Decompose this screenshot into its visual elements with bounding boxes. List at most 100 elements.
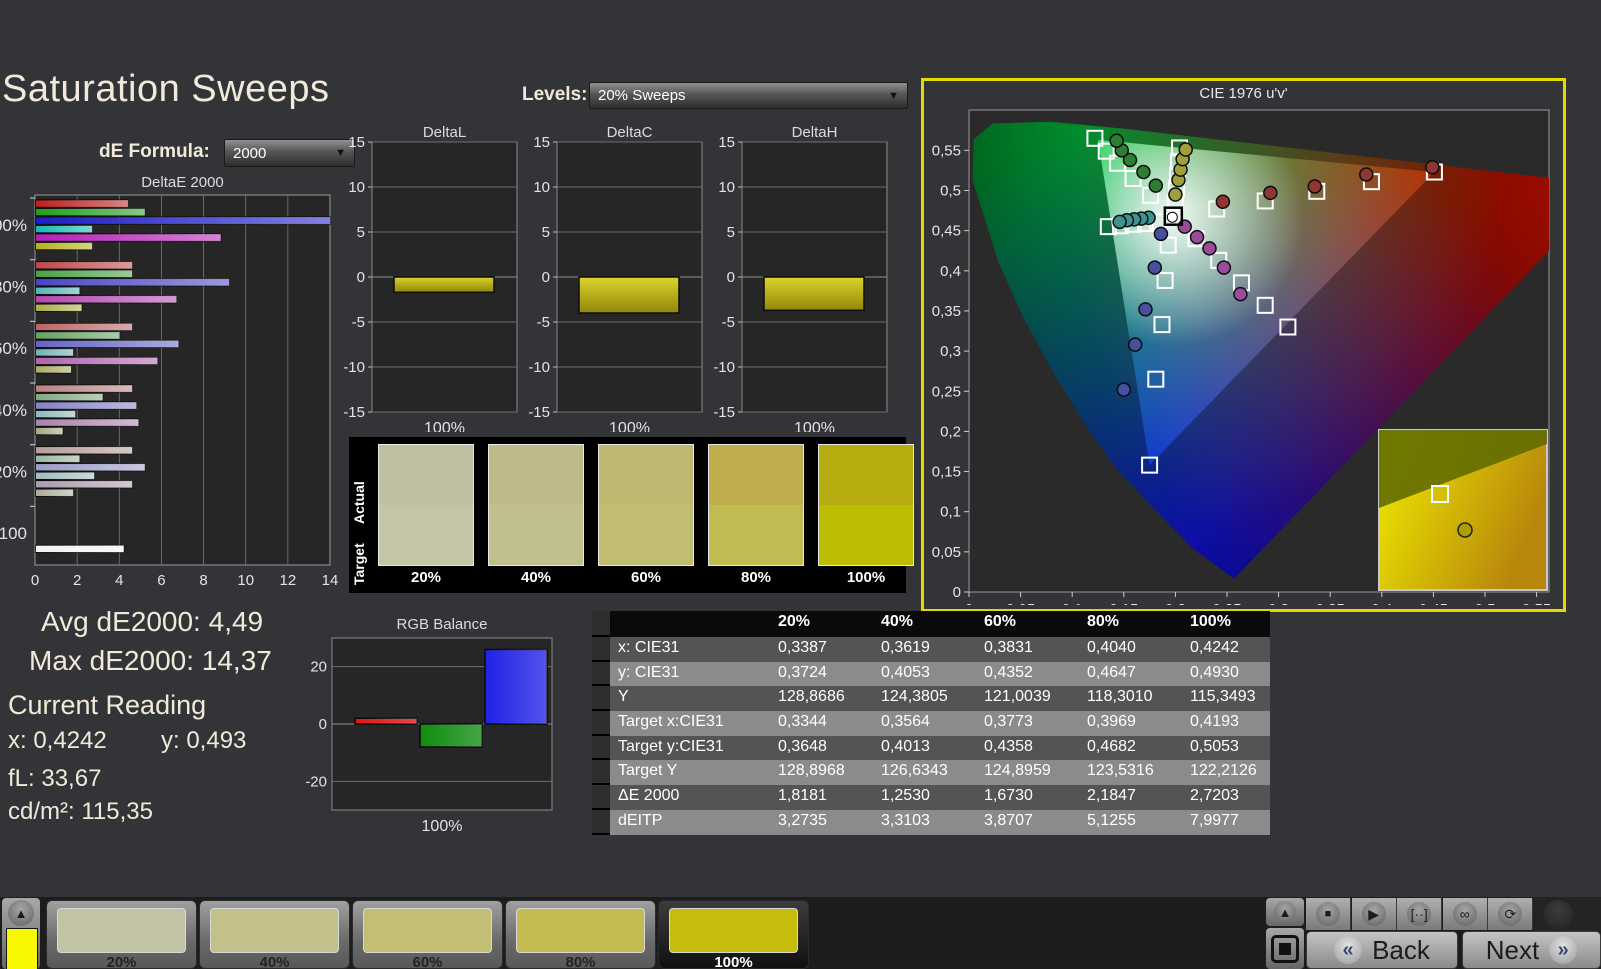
step-icon: [··] [1407,902,1432,926]
continuous-icon: ∞ [1452,902,1477,926]
continuous-button[interactable]: ∞ [1442,898,1488,930]
step-button[interactable]: [··] [1397,898,1443,930]
up-arrow-icon: ▲ [14,905,28,921]
reading-fl: fL: 33,67 [8,765,102,792]
cell-value: 121,0039 [976,686,1079,712]
row-gutter [592,686,610,712]
levels-dropdown[interactable]: 20% Sweeps ▼ [589,82,908,109]
cie-measured-marker-blue [1147,260,1163,275]
swatch-column-label: 100% [846,569,886,586]
cell-value: 128,8686 [770,686,873,712]
pattern-button-80%[interactable]: 80% [505,900,656,969]
cie-measured-marker-magenta [1216,260,1232,275]
cie-measured-marker-blue [1127,337,1143,352]
svg-text:0,25: 0,25 [932,383,961,400]
svg-text:5: 5 [357,224,365,241]
cell-value: 1,2530 [873,785,976,810]
row-gutter [592,809,610,835]
svg-text:-15: -15 [713,404,735,421]
svg-text:DeltaE 2000: DeltaE 2000 [141,174,224,191]
pattern-button-label: 100% [714,954,753,969]
refresh-icon: ⟳ [1498,902,1523,926]
pattern-button-20%[interactable]: 20% [46,900,197,969]
play-button[interactable]: ▶ [1351,898,1397,930]
pattern-button-label: 40% [259,954,290,969]
reading-x: x: 0,4242 [8,727,107,754]
svg-text:5: 5 [542,224,550,241]
next-button[interactable]: Next » [1462,931,1601,969]
svg-text:0,45: 0,45 [1419,601,1448,605]
svg-text:20%: 20% [0,463,27,482]
max-de2000: Max dE2000: 14,37 [29,645,272,676]
svg-text:8: 8 [199,572,207,589]
row-label: Target y:CIE31 [610,735,770,761]
svg-text:6: 6 [157,572,165,589]
svg-text:0: 0 [31,572,39,589]
levels-value: 20% Sweeps [598,87,686,104]
row-gutter [592,735,610,761]
cie-measured-marker-red [1263,185,1278,201]
actual-target-swatch-strip: Actual Target 20% 40% 60% 80% 100% [349,437,914,593]
swatch-column-label: 20% [410,569,442,586]
swatch-column-label: 80% [740,569,772,586]
cell-value: 1,8181 [770,785,873,810]
de-formula-value: 2000 [233,144,267,162]
cell-value: 60% [976,611,1079,637]
pattern-button-40%[interactable]: 40% [199,900,350,969]
svg-text:-15: -15 [343,404,365,421]
svg-text:0,55: 0,55 [932,142,961,159]
collapse-up-button[interactable]: ▲ [8,900,34,926]
cie-measured-marker-blue [1138,302,1153,317]
current-pattern-swatch [6,928,38,969]
cell-value: 80% [1079,611,1182,637]
cell-value: 0,4040 [1079,637,1182,662]
cie-measured-marker-cyan [1112,214,1127,230]
cell-value: 0,4682 [1079,735,1182,761]
cie-measured-marker-magenta [1233,286,1248,302]
svg-text:14: 14 [322,572,339,589]
back-button-label: Back [1372,934,1430,965]
measurement-table: 20% 40% 60% 80% 100% x: CIE31 0,3387 0,3619 0,38… [592,611,1270,835]
svg-text:0: 0 [953,584,961,601]
current-reading-heading: Current Reading [8,690,207,720]
cell-value: 2,1847 [1079,785,1182,810]
svg-text:0,1: 0,1 [940,504,961,521]
chevron-right-icon: » [1549,936,1578,964]
target-swatch [599,505,693,565]
pattern-button-label: 60% [412,954,443,969]
refresh-button[interactable]: ⟳ [1488,898,1534,930]
svg-text:0,45: 0,45 [932,223,961,240]
bottom-bar: ▲ 20% 40% 60% 80% 100% ▲ ■ ▶ [··] ∞ ⟳ « Back Nex… [0,897,1601,969]
pattern-button-60%[interactable]: 60% [352,900,503,969]
stop-button[interactable]: ■ [1306,898,1351,930]
expand-controls-button[interactable]: ▲ [1266,898,1304,926]
svg-text:-10: -10 [713,359,735,376]
rgb-balance-chart: RGB Balance 20 0 -20 100% [305,616,553,835]
pattern-swatch [669,908,798,953]
svg-text:15: 15 [348,134,365,151]
pattern-button-100%[interactable]: 100% [658,900,809,969]
target-row-label: Target [351,543,367,585]
svg-text:RGB Balance: RGB Balance [397,616,488,633]
svg-text:0,2: 0,2 [940,423,961,440]
back-button[interactable]: « Back [1306,931,1458,969]
pattern-swatch [363,908,492,953]
deltac-chart: DeltaC 15 10 5 0 -5 -10 -15 100% [528,126,703,432]
row-gutter [592,637,610,662]
pattern-window-button[interactable] [1266,928,1304,969]
cell-value: 3,2735 [770,809,873,835]
swatch-pair-80% [708,444,804,566]
svg-text:0: 0 [965,601,973,605]
row-label [610,611,770,637]
swatch-pair-20% [378,444,474,566]
svg-text:-20: -20 [305,773,327,790]
cie-measured-marker-yellow [1178,142,1193,157]
cell-value: 0,4352 [976,661,1079,687]
svg-text:100%: 100% [424,420,465,432]
svg-text:0,5: 0,5 [940,183,961,200]
row-gutter [592,711,610,736]
chevron-left-icon: « [1334,936,1363,964]
cell-value: 1,6730 [976,785,1079,810]
cell-value: 0,4013 [873,735,976,761]
svg-text:0,25: 0,25 [1212,601,1241,605]
